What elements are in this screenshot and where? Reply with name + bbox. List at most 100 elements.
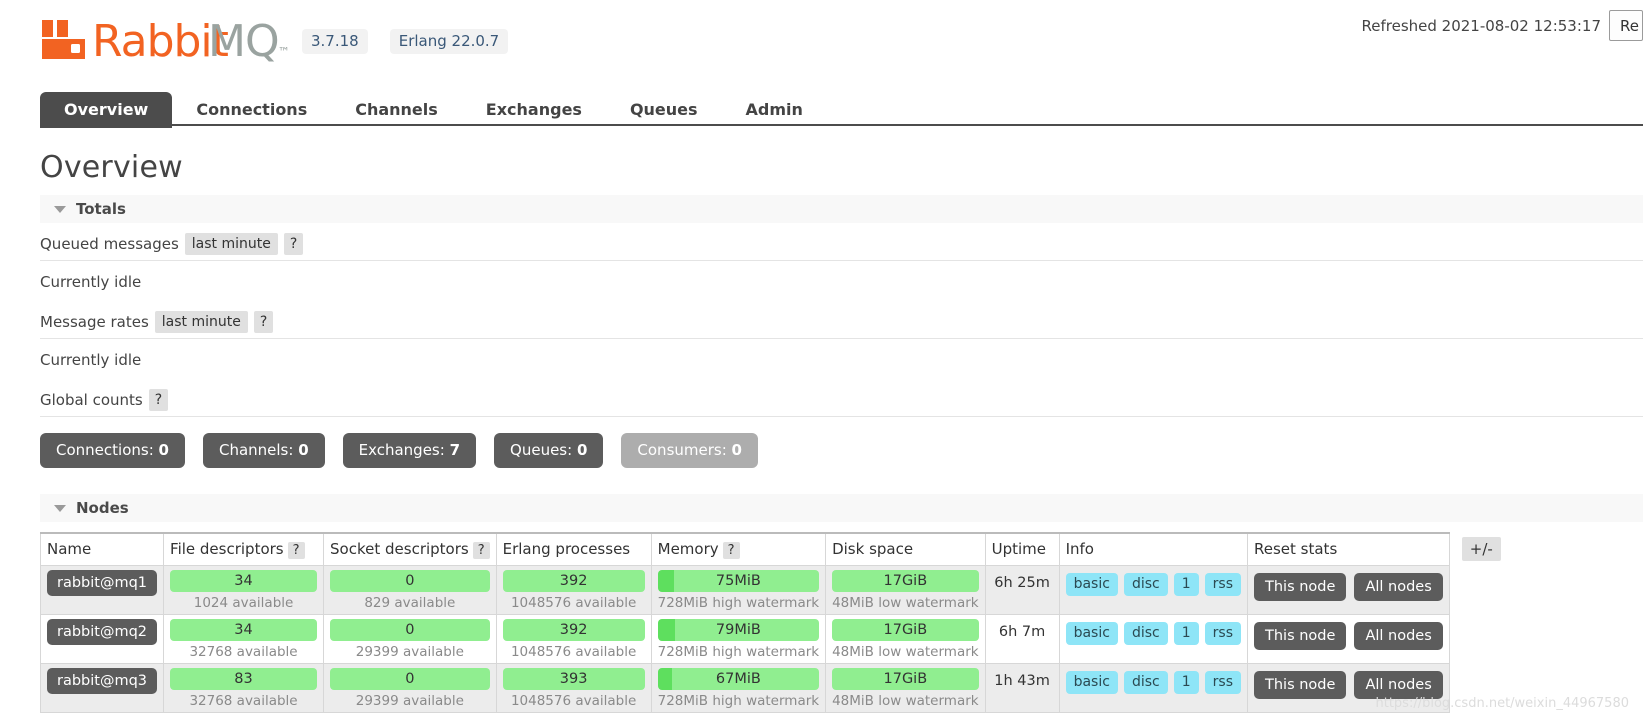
column-label-disk-space: Disk space <box>832 540 914 559</box>
memory-watermark-sub: 728MiB high watermark <box>657 692 820 709</box>
info-badge-rss[interactable]: rss <box>1204 670 1241 694</box>
cell-node-name: rabbit@mq2 <box>39 613 165 664</box>
disk-space-bar: 17GiB <box>832 618 979 641</box>
info-badge-disc[interactable]: disc <box>1123 572 1168 596</box>
node-link[interactable]: rabbit@mq3 <box>47 667 158 694</box>
disk-watermark-sub: 48MiB low watermark <box>832 594 979 611</box>
nodes-table-header-row: Name File descriptors? Socket descriptor… <box>39 532 1510 566</box>
count-pill-exchanges[interactable]: Exchanges: 7 <box>342 433 477 468</box>
message-rates-period-chip[interactable]: last minute <box>154 311 248 333</box>
cell-memory: 67MiB 728MiB high watermark <box>650 662 827 713</box>
main-content: Overview Totals Queued messages last min… <box>0 150 1643 713</box>
disk-space-bar: 17GiB <box>832 569 979 592</box>
memory-bar: 79MiB <box>657 618 820 641</box>
nodes-section: Nodes Name File descriptors ? Socket des… <box>39 494 1643 713</box>
socket-descriptors-value: 0 <box>405 670 415 687</box>
main-navigation: Overview Connections Channels Exchanges … <box>40 92 1643 128</box>
uptime-value: 1h 43m <box>994 672 1050 689</box>
column-label-info: Info <box>1065 540 1094 559</box>
column-header-info[interactable]: Info <box>1058 532 1249 566</box>
erlang-processes-value: 393 <box>559 670 588 687</box>
column-header-reset-stats[interactable]: Reset stats <box>1247 532 1450 566</box>
file-descriptors-help-icon[interactable]: ? <box>287 542 305 560</box>
version-badge: 3.7.18 <box>302 28 368 54</box>
global-counts-help-icon[interactable]: ? <box>148 389 169 411</box>
info-badge-group: basic disc 1 rss <box>1065 570 1241 596</box>
tab-overview[interactable]: Overview <box>40 92 173 128</box>
column-label-reset-stats: Reset stats <box>1254 540 1338 559</box>
rabbitmq-logo-icon: Rabbit MQ ™ <box>40 16 290 67</box>
message-rates-help-icon[interactable]: ? <box>253 311 274 333</box>
socket-descriptors-bar: 0 <box>330 569 490 592</box>
info-badge-count[interactable]: 1 <box>1173 572 1199 596</box>
reset-all-nodes-button[interactable]: All nodes <box>1354 621 1443 650</box>
file-descriptors-sub: 1024 available <box>193 594 294 611</box>
cell-disk-space: 17GiB 48MiB low watermark <box>825 564 986 615</box>
reset-all-nodes-button[interactable]: All nodes <box>1354 670 1443 699</box>
queued-messages-period-chip[interactable]: last minute <box>184 233 278 255</box>
cell-socket-descriptors: 0 829 available <box>323 564 497 615</box>
reset-this-node-button[interactable]: This node <box>1254 670 1347 699</box>
info-badge-disc[interactable]: disc <box>1123 621 1168 645</box>
socket-descriptors-help-icon[interactable]: ? <box>472 542 490 560</box>
info-badge-basic[interactable]: basic <box>1065 670 1118 694</box>
toggle-columns-button[interactable]: +/- <box>1461 537 1501 561</box>
count-label-connections: Connections: <box>56 441 154 459</box>
memory-help-icon[interactable]: ? <box>722 542 740 560</box>
global-counts-label: Global counts <box>40 391 143 409</box>
tab-exchanges[interactable]: Exchanges <box>462 92 606 128</box>
memory-bar-fill <box>657 569 674 592</box>
tab-admin[interactable]: Admin <box>722 92 827 128</box>
socket-descriptors-sub: 829 available <box>364 594 456 611</box>
count-pill-connections[interactable]: Connections: 0 <box>40 433 185 468</box>
count-pill-queues[interactable]: Queues: 0 <box>494 433 604 468</box>
count-value-consumers: 0 <box>731 441 742 459</box>
column-header-socket-descriptors[interactable]: Socket descriptors? <box>323 532 497 566</box>
cell-file-descriptors: 34 32768 available <box>163 613 325 664</box>
cell-node-name: rabbit@mq3 <box>39 662 165 713</box>
section-header-totals[interactable]: Totals <box>40 195 1643 223</box>
refresh-interval-select[interactable]: Re <box>1609 10 1643 41</box>
info-badge-rss[interactable]: rss <box>1204 572 1241 596</box>
disk-watermark-sub: 48MiB low watermark <box>832 643 979 660</box>
cell-memory: 79MiB 728MiB high watermark <box>650 613 827 664</box>
reset-this-node-button[interactable]: This node <box>1254 572 1347 601</box>
info-badge-disc[interactable]: disc <box>1123 670 1168 694</box>
tab-queues[interactable]: Queues <box>606 92 722 128</box>
info-badge-count[interactable]: 1 <box>1173 670 1199 694</box>
column-header-erlang-processes[interactable]: Erlang processes <box>495 532 652 566</box>
info-badge-count[interactable]: 1 <box>1173 621 1199 645</box>
file-descriptors-bar: 34 <box>170 618 318 641</box>
column-header-memory[interactable]: Memory? <box>650 532 827 566</box>
section-header-nodes[interactable]: Nodes <box>40 494 1643 522</box>
erlang-processes-sub: 1048576 available <box>510 692 637 709</box>
cell-socket-descriptors: 0 29399 available <box>323 613 497 664</box>
cell-file-descriptors: 83 32768 available <box>163 662 325 713</box>
column-header-file-descriptors[interactable]: File descriptors? <box>163 532 325 566</box>
count-pill-consumers[interactable]: Consumers: 0 <box>621 433 758 468</box>
reset-all-nodes-button[interactable]: All nodes <box>1354 572 1443 601</box>
cell-info: basic disc 1 rss <box>1058 564 1249 615</box>
column-header-uptime[interactable]: Uptime <box>984 532 1060 566</box>
column-header-name[interactable]: Name <box>39 532 165 566</box>
count-pill-channels[interactable]: Channels: 0 <box>202 433 325 468</box>
reset-this-node-button[interactable]: This node <box>1254 621 1347 650</box>
tab-connections[interactable]: Connections <box>172 92 331 128</box>
socket-descriptors-value: 0 <box>405 621 415 638</box>
svg-text:MQ: MQ <box>208 16 279 62</box>
cell-uptime: 1h 43m <box>984 662 1060 713</box>
info-badge-rss[interactable]: rss <box>1204 621 1241 645</box>
column-label-socket-descriptors: Socket descriptors <box>330 540 469 559</box>
erlang-version-badge: Erlang 22.0.7 <box>389 28 509 54</box>
count-value-queues: 0 <box>576 441 588 459</box>
node-link[interactable]: rabbit@mq2 <box>47 618 158 645</box>
info-badge-basic[interactable]: basic <box>1065 572 1118 596</box>
tab-channels[interactable]: Channels <box>331 92 462 128</box>
queued-messages-help-icon[interactable]: ? <box>283 233 304 255</box>
column-header-disk-space[interactable]: Disk space <box>825 532 986 566</box>
node-link[interactable]: rabbit@mq1 <box>47 569 158 596</box>
file-descriptors-sub: 32768 available <box>189 692 298 709</box>
cell-info: basic disc 1 rss <box>1058 613 1249 664</box>
info-badge-basic[interactable]: basic <box>1065 621 1118 645</box>
file-descriptors-value: 34 <box>234 572 253 589</box>
